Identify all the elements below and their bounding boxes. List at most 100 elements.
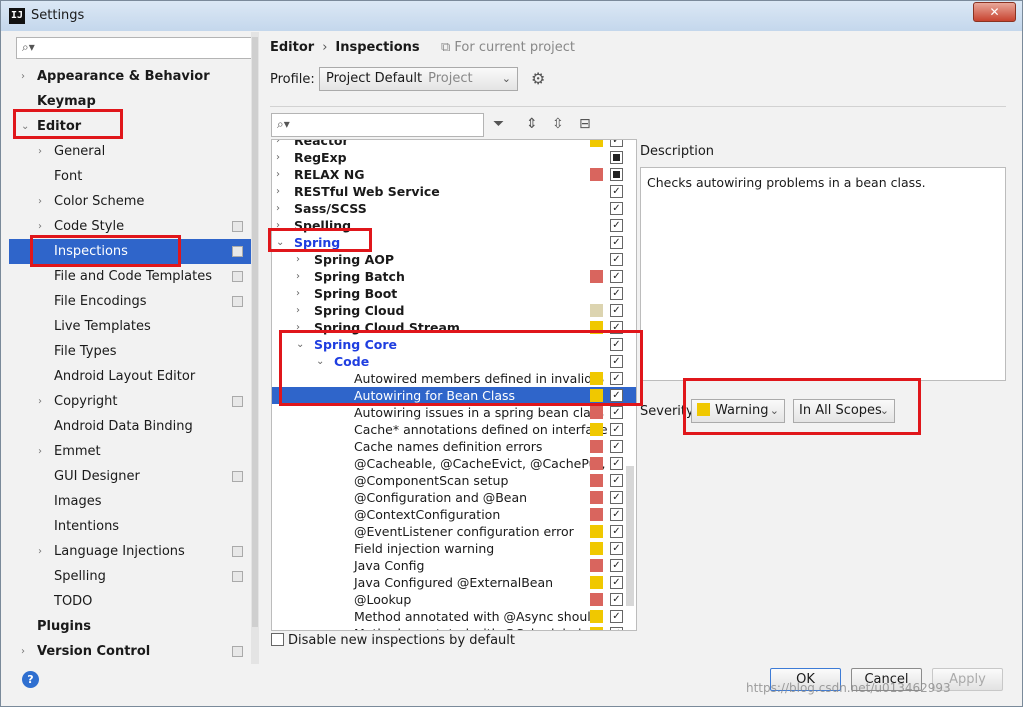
inspection-row[interactable]: @Cacheable, @CacheEvict, @CachePut, ✓ [272,455,636,472]
sidebar-scrollbar-thumb[interactable] [252,37,258,627]
inspection-row[interactable]: › Spring Cloud ✓ [272,302,636,319]
chevron-right-icon[interactable]: › [276,166,280,183]
enabled-checkbox[interactable]: ✓ [610,287,623,300]
inspection-row[interactable]: ⌄ Spring Core ✓ [272,336,636,353]
inspection-row[interactable]: › Spring Boot ✓ [272,285,636,302]
enabled-checkbox[interactable]: ✓ [610,372,623,385]
chevron-down-icon[interactable]: ⌄ [276,234,284,251]
inspection-row[interactable]: @Lookup ✓ [272,591,636,608]
chevron-right-icon[interactable]: › [38,439,42,464]
enabled-checkbox[interactable]: ✓ [610,321,623,334]
inspection-row[interactable]: Cache* annotations defined on interface ✓ [272,421,636,438]
enabled-checkbox[interactable]: ✓ [610,457,623,470]
enabled-checkbox[interactable]: ✓ [610,474,623,487]
sidebar-item-spelling[interactable]: Spelling [9,564,259,589]
inspection-row[interactable]: Cache names definition errors ✓ [272,438,636,455]
chevron-down-icon[interactable]: ⌄ [316,353,324,370]
inspection-row[interactable]: Method annotated with @Scheduled sh ✓ [272,625,636,630]
severity-select[interactable]: Warning ⌄ [691,399,785,423]
gear-icon[interactable]: ⚙ [531,69,545,88]
chevron-right-icon[interactable]: › [276,183,280,200]
close-button[interactable]: ✕ [973,2,1016,22]
sidebar-item-color-scheme[interactable]: › Color Scheme [9,189,259,214]
inspection-row[interactable]: @EventListener configuration error ✓ [272,523,636,540]
inspection-row[interactable]: @ComponentScan setup ✓ [272,472,636,489]
sidebar-item-inspections[interactable]: Inspections [9,239,259,264]
sidebar-item-gui-designer[interactable]: GUI Designer [9,464,259,489]
enabled-checkbox[interactable]: ✓ [610,610,623,623]
chevron-down-icon[interactable]: ⌄ [296,336,304,353]
expand-all-icon[interactable]: ⇕ [526,116,538,132]
inspection-row[interactable]: › Spelling ✓ [272,217,636,234]
breadcrumb-editor[interactable]: Editor [270,40,314,55]
chevron-right-icon[interactable]: › [296,319,300,336]
sidebar-scrollbar[interactable] [251,32,259,664]
chevron-right-icon[interactable]: › [21,639,25,664]
chevron-right-icon[interactable]: › [276,140,280,149]
inspections-tree[interactable]: › Reactor ✓ › RegExp › RELAX NG › RESTful Web Se… [271,139,637,631]
inspection-row[interactable]: @Configuration and @Bean ✓ [272,489,636,506]
enabled-checkbox[interactable]: ✓ [610,389,623,402]
chevron-right-icon[interactable]: › [296,285,300,302]
sidebar-item-file-encodings[interactable]: File Encodings [9,289,259,314]
inspection-row[interactable]: › Spring Cloud Stream ✓ [272,319,636,336]
inspection-row[interactable]: @ContextConfiguration ✓ [272,506,636,523]
enabled-checkbox[interactable]: ✓ [610,270,623,283]
enabled-checkbox[interactable]: ✓ [610,542,623,555]
chevron-right-icon[interactable]: › [21,64,25,89]
inspection-row[interactable]: Autowiring for Bean Class ✓ [272,387,636,404]
sidebar-item-editor[interactable]: ⌄ Editor [9,114,259,139]
sidebar-item-version-control[interactable]: › Version Control [9,639,259,664]
sidebar-item-code-style[interactable]: › Code Style [9,214,259,239]
enabled-checkbox[interactable]: ✓ [610,525,623,538]
inspection-row[interactable]: › RESTful Web Service ✓ [272,183,636,200]
chevron-right-icon[interactable]: › [296,251,300,268]
enabled-checkbox[interactable]: ✓ [610,576,623,589]
chevron-right-icon[interactable]: › [38,189,42,214]
chevron-right-icon[interactable]: › [38,214,42,239]
enabled-checkbox[interactable]: ✓ [610,304,623,317]
chevron-right-icon[interactable]: › [296,268,300,285]
settings-search-input[interactable]: ⌕▾ [16,37,253,59]
chevron-right-icon[interactable]: › [38,139,42,164]
sidebar-item-appearance-behavior[interactable]: › Appearance & Behavior [9,64,259,89]
enabled-checkbox[interactable]: ✓ [610,185,623,198]
enabled-checkbox[interactable]: ✓ [610,355,623,368]
sidebar-item-plugins[interactable]: Plugins [9,614,259,639]
enabled-checkbox[interactable]: ✓ [610,491,623,504]
inspection-row[interactable]: › RegExp [272,149,636,166]
chevron-right-icon[interactable]: › [38,539,42,564]
filter-icon[interactable]: ⏷ [493,116,504,132]
profile-select[interactable]: Project Default Project ⌄ [319,67,518,91]
sidebar-item-general[interactable]: › General [9,139,259,164]
enabled-checkbox[interactable]: ✓ [610,219,623,232]
inspection-row[interactable]: › Sass/SCSS ✓ [272,200,636,217]
sidebar-item-keymap[interactable]: Keymap [9,89,259,114]
sidebar-item-file-types[interactable]: File Types [9,339,259,364]
chevron-right-icon[interactable]: › [38,389,42,414]
sidebar-item-font[interactable]: Font [9,164,259,189]
inspections-scrollbar[interactable] [626,466,634,606]
enabled-checkbox[interactable]: ✓ [610,559,623,572]
inspection-row[interactable]: Method annotated with @Async should ✓ [272,608,636,625]
sidebar-item-images[interactable]: Images [9,489,259,514]
inspection-row[interactable]: › RELAX NG [272,166,636,183]
sidebar-item-file-and-code-templates[interactable]: File and Code Templates [9,264,259,289]
enabled-checkbox[interactable]: ✓ [610,253,623,266]
sidebar-item-android-layout-editor[interactable]: Android Layout Editor [9,364,259,389]
inspection-row[interactable]: Java Configured @ExternalBean ✓ [272,574,636,591]
enabled-checkbox[interactable]: ✓ [610,338,623,351]
sidebar-item-emmet[interactable]: › Emmet [9,439,259,464]
sidebar-item-live-templates[interactable]: Live Templates [9,314,259,339]
inspection-row[interactable]: Java Config ✓ [272,557,636,574]
enabled-checkbox[interactable]: ✓ [610,593,623,606]
sidebar-item-todo[interactable]: TODO [9,589,259,614]
sidebar-item-language-injections[interactable]: › Language Injections [9,539,259,564]
sidebar-item-android-data-binding[interactable]: Android Data Binding [9,414,259,439]
inspection-row[interactable]: › Spring Batch ✓ [272,268,636,285]
chevron-right-icon[interactable]: › [276,217,280,234]
enabled-checkbox[interactable]: ✓ [610,440,623,453]
inspection-row[interactable]: Autowiring issues in a spring bean class… [272,404,636,421]
help-icon[interactable]: ? [22,671,39,688]
sidebar-item-copyright[interactable]: › Copyright [9,389,259,414]
